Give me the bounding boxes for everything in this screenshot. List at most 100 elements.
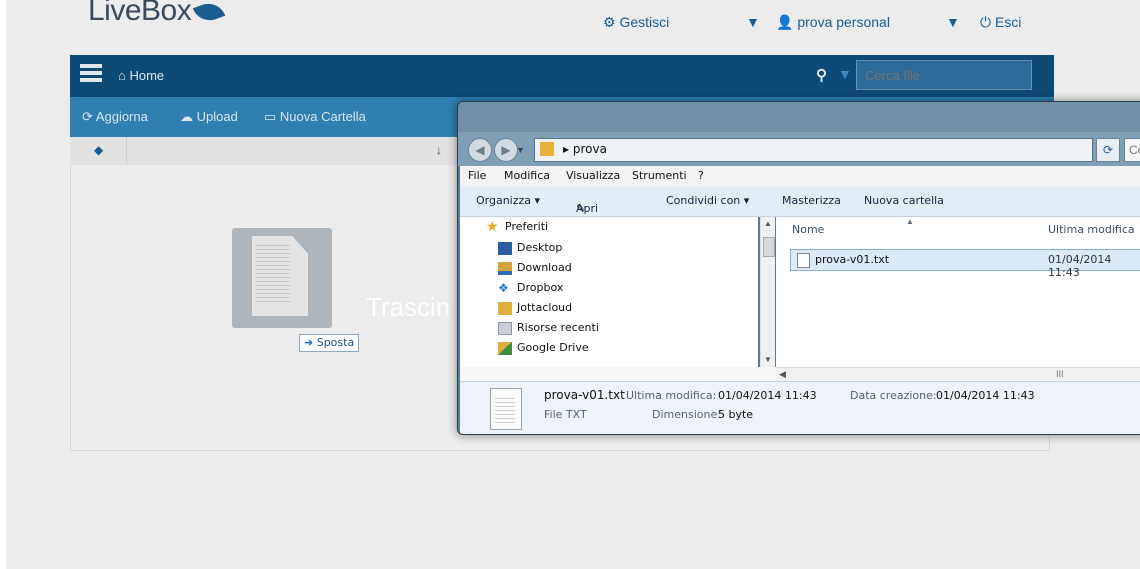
dropbox-icon: ❖ — [498, 280, 509, 295]
move-badge-label: Sposta — [316, 336, 355, 349]
horizontal-scrollbar[interactable]: ◀ III — [776, 367, 1140, 382]
menu-file[interactable]: File — [468, 169, 486, 182]
recent-places-icon — [498, 321, 512, 335]
text-file-icon — [797, 253, 810, 268]
file-modified: 01/04/2014 11:43 — [1048, 253, 1112, 279]
refresh-label: Aggiorna — [95, 109, 148, 124]
share-button[interactable]: Condividi con ▾ — [666, 194, 749, 207]
upload-label: Upload — [196, 109, 238, 124]
menu-tools[interactable]: Strumenti — [632, 169, 687, 182]
nav-item-label: Google Drive — [517, 341, 589, 354]
user-caret-icon[interactable]: ▼ — [946, 14, 960, 30]
explorer-command-bar: Organizza ▾ ✎ Apri ▾ Condividi con ▾ Mas… — [460, 186, 1140, 228]
user-label: prova personal — [797, 14, 890, 30]
leaf-icon — [193, 0, 226, 26]
details-type: File TXT — [544, 408, 587, 421]
home-label: Home — [129, 68, 165, 83]
home-link[interactable]: ⌂ Home — [118, 68, 164, 83]
logout-link[interactable]: ⏻ Esci — [980, 14, 1021, 31]
back-arrow-icon: ◀ — [475, 143, 485, 157]
sort-ascending-icon: ▲ — [906, 217, 914, 226]
upload-button[interactable]: ☁ Upload — [180, 109, 238, 125]
scroll-thumb[interactable] — [763, 237, 775, 257]
nav-item-label: Preferiti — [505, 220, 549, 233]
scroll-left-icon[interactable]: ◀ — [779, 369, 786, 380]
new-folder-button[interactable]: Nuova cartella — [864, 194, 944, 207]
menu-view[interactable]: Visualizza — [566, 169, 620, 182]
forward-button[interactable]: ▶ — [494, 138, 518, 162]
scroll-up-icon[interactable]: ▲ — [764, 219, 772, 228]
explorer-search-input[interactable]: Ce — [1124, 138, 1140, 162]
new-folder-button[interactable]: ▭ Nuova Cartella — [264, 109, 366, 125]
recent-pages-icon[interactable]: ▼ — [516, 145, 525, 155]
navigation-pane-footer — [460, 367, 776, 381]
explorer-menu-bar: File Modifica Visualizza Strumenti ? — [460, 166, 1140, 186]
cloud-upload-icon: ☁ — [180, 109, 193, 124]
dragged-file-icon[interactable] — [232, 228, 332, 328]
logo-text: LiveBox — [88, 0, 192, 27]
column-divider — [126, 137, 127, 165]
folder-icon: ▭ — [264, 109, 277, 124]
home-icon: ⌂ — [118, 68, 126, 83]
refresh-button[interactable]: ⟳ Aggiorna — [82, 109, 148, 125]
nav-item-dropbox[interactable]: ❖ Dropbox — [498, 281, 563, 299]
address-box[interactable]: ▸ prova ▼ — [534, 138, 1093, 162]
details-modified-label: Ultima modifica: — [626, 389, 717, 402]
power-icon: ⏻ — [980, 14, 992, 30]
tag-icon[interactable]: ◆ — [94, 143, 103, 157]
search-input[interactable] — [856, 60, 1032, 90]
folder-icon — [498, 301, 512, 315]
nav-item-desktop[interactable]: Desktop — [498, 241, 562, 259]
details-modified-value: 01/04/2014 11:43 — [718, 389, 817, 402]
column-header-modified[interactable]: Ultima modifica — [1048, 223, 1135, 236]
top-bar: LiveBox ⚙ Gestisci ▼ 👤 prova personal ▼ … — [6, 0, 1140, 48]
organize-button[interactable]: Organizza ▾ — [476, 194, 540, 207]
chevron-right-icon: ▸ — [563, 142, 570, 156]
scroll-grip[interactable]: III — [1056, 369, 1064, 379]
details-created-label: Data creazione: — [850, 389, 937, 402]
folder-icon — [540, 142, 554, 156]
refresh-icon: ⟳ — [82, 109, 93, 124]
nav-item-label: Dropbox — [517, 281, 564, 294]
text-file-icon — [490, 388, 522, 430]
file-list-pane: ▲ Nome Ultima modifica prova-v01.txt 01/… — [776, 217, 1140, 367]
nav-item-google-drive[interactable]: Google Drive — [498, 341, 589, 359]
nav-item-label: Desktop — [517, 241, 563, 254]
google-drive-icon — [498, 341, 512, 355]
refresh-button[interactable]: ⟳ — [1096, 138, 1120, 162]
download-folder-icon — [498, 261, 512, 275]
manage-menu[interactable]: ⚙ Gestisci — [603, 14, 669, 31]
details-created-value: 01/04/2014 11:43 — [936, 389, 1035, 402]
menu-edit[interactable]: Modifica — [504, 169, 550, 182]
sort-icon[interactable]: ↓ — [436, 143, 442, 157]
desktop-icon — [498, 241, 512, 255]
nav-item-favorites[interactable]: ★ Preferiti — [486, 220, 548, 238]
crumb-label: prova — [572, 142, 607, 156]
menu-help[interactable]: ? — [698, 169, 704, 182]
user-icon: 👤 — [776, 14, 794, 30]
navbar: ⌂ Home ⚲ ▼ — [70, 55, 1054, 97]
gear-icon: ⚙ — [603, 14, 616, 30]
manage-caret-icon[interactable]: ▼ — [746, 14, 760, 30]
logo[interactable]: LiveBox — [88, 0, 226, 28]
logout-label: Esci — [994, 14, 1022, 30]
explorer-titlebar[interactable] — [458, 102, 1140, 132]
burn-button[interactable]: Masterizza — [782, 194, 841, 207]
nav-item-recent[interactable]: Risorse recenti — [498, 321, 599, 339]
nav-item-label: Jottacloud — [517, 301, 573, 314]
nav-item-download[interactable]: Download — [498, 261, 572, 279]
drop-hint-text: Trascin — [366, 292, 451, 322]
filter-icon[interactable]: ▼ — [838, 66, 852, 82]
column-header-name[interactable]: Nome — [792, 223, 824, 236]
navigation-pane: ★ Preferiti Desktop Download ❖ Dropbox Jot… — [460, 217, 758, 367]
menu-icon[interactable] — [80, 64, 102, 86]
nav-item-jottacloud[interactable]: Jottacloud — [498, 301, 572, 319]
search-icon[interactable]: ⚲ — [816, 66, 827, 84]
address-crumb[interactable]: ▸ prova — [563, 142, 607, 156]
back-button[interactable]: ◀ — [468, 138, 492, 162]
user-menu[interactable]: 👤 prova personal — [776, 14, 890, 31]
navigation-scrollbar[interactable]: ▲ ▼ — [760, 217, 775, 367]
scroll-down-icon[interactable]: ▼ — [764, 355, 772, 364]
move-badge: ➜ Sposta — [299, 334, 360, 352]
file-row[interactable]: prova-v01.txt 01/04/2014 11:43 — [790, 249, 1140, 279]
